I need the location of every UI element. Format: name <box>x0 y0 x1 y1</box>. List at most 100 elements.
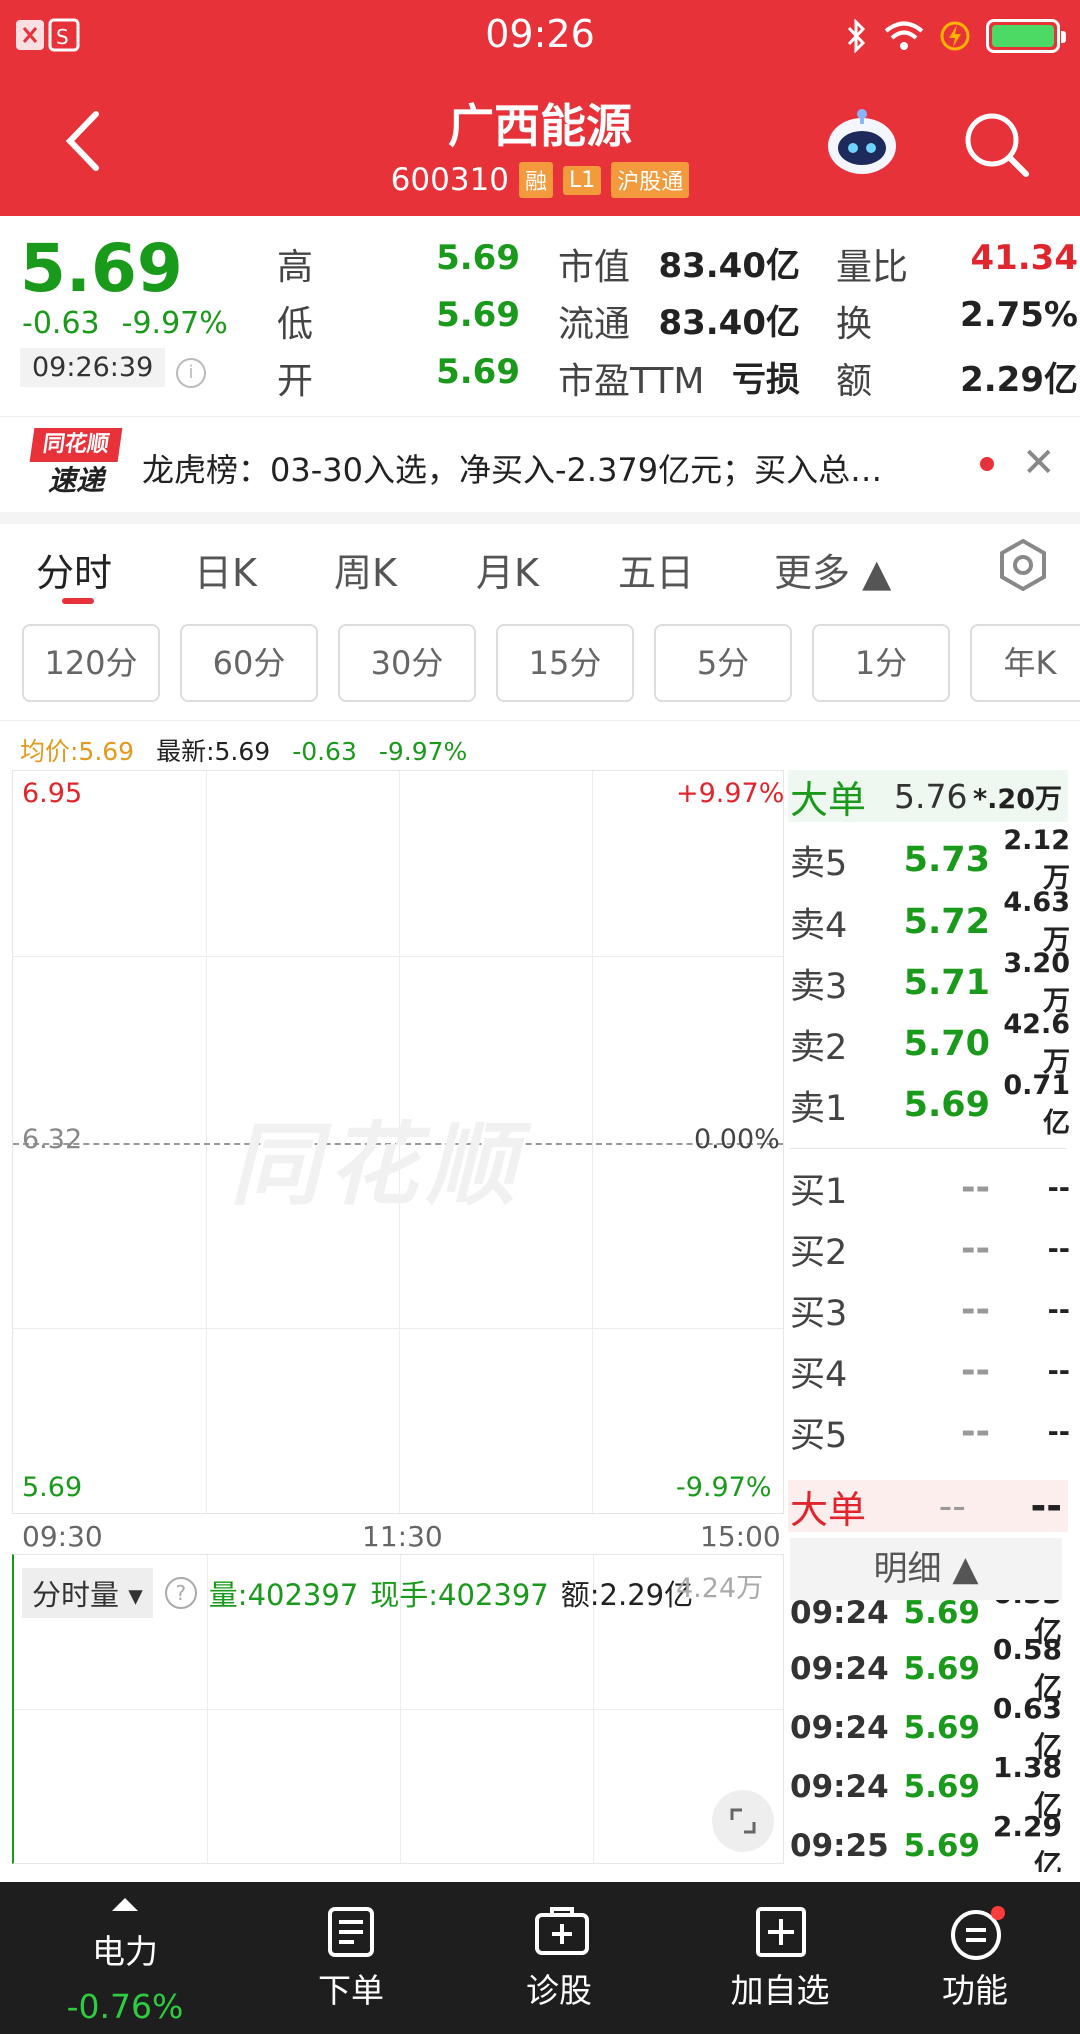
bid-level-2[interactable]: 买2 -- -- <box>790 1219 1070 1279</box>
menu-icon <box>950 1906 1005 1960</box>
label-turnover: 换 <box>836 304 873 345</box>
big-order-price: 5.76 <box>894 776 968 816</box>
tab-five-day[interactable]: 五日 <box>618 542 694 597</box>
value-volume-ratio: 41.34 <box>970 238 1078 278</box>
nav-place-order[interactable]: 下单 <box>286 1882 416 2034</box>
bid-price: -- <box>960 1168 990 1208</box>
news-logo-top: 同花顺 <box>29 428 123 462</box>
pct-axis-bottom: -9.97% <box>676 1472 772 1503</box>
trade-detail-header[interactable]: 明细 ▲ <box>790 1538 1062 1600</box>
trade-time: 09:24 <box>790 1600 889 1631</box>
value-amount: 2.29亿 <box>960 360 1078 400</box>
period-120min[interactable]: 120分 <box>22 624 160 702</box>
stock-code-row: 600310 融 L1 沪股通 <box>0 162 1080 198</box>
nav-diagnose[interactable]: 诊股 <box>494 1882 624 2034</box>
pct-axis-top: +9.97% <box>676 778 785 809</box>
nav-label: 功能 <box>942 1971 1008 2010</box>
avg-price: 均价:5.69 <box>20 737 135 766</box>
trade-price: 5.69 <box>903 1651 981 1687</box>
bid-price: -- <box>960 1412 990 1452</box>
label-amount: 额 <box>836 361 873 402</box>
x-axis-label: 09:30 <box>22 1520 103 1553</box>
period-5min[interactable]: 5分 <box>654 624 792 702</box>
price-change: -0.63 -9.97% <box>22 306 250 341</box>
big-order-sell: 大单 5.76 *.20万 <box>790 770 1062 822</box>
diagnose-icon <box>534 1906 589 1958</box>
ask-volume: 3.20万 <box>1003 948 1070 1017</box>
search-icon[interactable] <box>962 110 1032 180</box>
period-1min[interactable]: 1分 <box>812 624 950 702</box>
tab-monthly-k[interactable]: 月K <box>476 542 539 597</box>
chart-info-line: 均价:5.69 最新:5.69 -0.63 -9.97% <box>20 732 489 768</box>
sector-button[interactable]: 电力 -0.76% <box>40 1882 210 2034</box>
sector-name: 电力 <box>92 1932 158 1971</box>
trade-time: 09:24 <box>790 1710 889 1746</box>
bid-level-4[interactable]: 买4 -- -- <box>790 1341 1070 1401</box>
ask-level-2[interactable]: 卖2 5.70 42.6万 <box>790 1009 1070 1078</box>
bid-level-5[interactable]: 买5 -- -- <box>790 1402 1070 1462</box>
ask-label: 卖2 <box>790 1027 848 1068</box>
period-30min[interactable]: 30分 <box>338 624 476 702</box>
nav-add-watchlist[interactable]: 加自选 <box>700 1882 860 2034</box>
trade-volume: 2.29亿 <box>992 1809 1062 1873</box>
label-high: 高 <box>277 247 314 288</box>
big-order-price: -- <box>938 1484 966 1528</box>
period-yearly-k[interactable]: 年K <box>970 624 1080 702</box>
big-order-volume: -- <box>1030 1484 1062 1528</box>
latest-change: -0.63 <box>292 737 357 766</box>
bid-volume: -- <box>1047 1172 1070 1204</box>
volume-axis-max: 4.24万 <box>676 1573 764 1604</box>
nav-label: 诊股 <box>526 1971 592 2010</box>
status-indicators <box>846 16 1066 56</box>
ask-level-5[interactable]: 卖5 5.73 2.12万 <box>790 825 1070 894</box>
tag-connect: 沪股通 <box>611 162 690 198</box>
bid-level-3[interactable]: 买3 -- -- <box>790 1280 1070 1340</box>
trade-time: 09:25 <box>790 1828 889 1864</box>
period-60min[interactable]: 60分 <box>180 624 318 702</box>
ask-volume: 4.63万 <box>1003 887 1070 956</box>
robot-assistant-icon[interactable] <box>822 108 902 180</box>
value-high: 5.69 <box>436 238 520 278</box>
volume-indicator-select[interactable]: 分时量 ▾ <box>22 1568 153 1618</box>
news-logo: 同花顺 速递 <box>29 428 123 498</box>
ask-label: 卖1 <box>790 1088 848 1129</box>
ask-level-1[interactable]: 卖1 5.69 0.71亿 <box>790 1070 1070 1139</box>
tab-weekly-k[interactable]: 周K <box>334 542 397 597</box>
ask-level-3[interactable]: 卖3 5.71 3.20万 <box>790 948 1070 1017</box>
current-hand-value: 现手:402397 <box>370 1578 549 1612</box>
amount-value: 额:2.29亿 <box>560 1578 694 1612</box>
trade-detail-list[interactable]: 09:245.690.53亿 09:245.690.58亿 09:245.690… <box>790 1600 1066 1872</box>
bid-price: -- <box>960 1229 990 1269</box>
value-pe-ttm: 亏损 <box>732 360 800 400</box>
tab-daily-k[interactable]: 日K <box>194 542 257 597</box>
trade-time: 09:24 <box>790 1769 889 1805</box>
ask-level-4[interactable]: 卖4 5.72 4.63万 <box>790 887 1070 956</box>
divider <box>0 720 1080 721</box>
pct-axis-mid: 0.00% <box>694 1124 780 1155</box>
bid-volume: -- <box>1047 1355 1070 1387</box>
change-percent: -9.97% <box>121 306 228 341</box>
fullscreen-button[interactable] <box>712 1790 774 1852</box>
section-gap <box>0 512 1080 524</box>
value-float-cap: 83.40亿 <box>658 303 800 343</box>
trade-row: 09:25 5.69 2.29亿 <box>790 1810 1062 1873</box>
current-price: 5.69 <box>20 230 183 307</box>
period-15min[interactable]: 15分 <box>496 624 634 702</box>
bid-label: 买4 <box>790 1354 848 1395</box>
tab-more[interactable]: 更多 ▲ <box>774 542 891 597</box>
close-icon[interactable]: ✕ <box>1022 440 1056 486</box>
grid-line <box>13 1328 783 1329</box>
ask-label: 卖5 <box>790 843 848 884</box>
bid-volume: -- <box>1047 1416 1070 1448</box>
ask-volume: 0.71亿 <box>1003 1070 1070 1139</box>
help-icon[interactable]: ? <box>164 1577 197 1609</box>
news-headline[interactable]: 龙虎榜：03-30入选，净买入-2.379亿元；买入总… <box>142 445 972 491</box>
bid-level-1[interactable]: 买1 -- -- <box>790 1158 1070 1218</box>
chart-settings-icon[interactable] <box>996 538 1050 592</box>
value-market-cap: 83.40亿 <box>658 246 800 286</box>
info-icon[interactable]: i <box>176 358 206 388</box>
quote-time: 09:26:39 <box>20 348 166 387</box>
nav-functions[interactable]: 功能 <box>910 1882 1040 2034</box>
news-logo-bottom: 速递 <box>47 464 104 497</box>
tab-intraday[interactable]: 分时 <box>36 542 112 597</box>
